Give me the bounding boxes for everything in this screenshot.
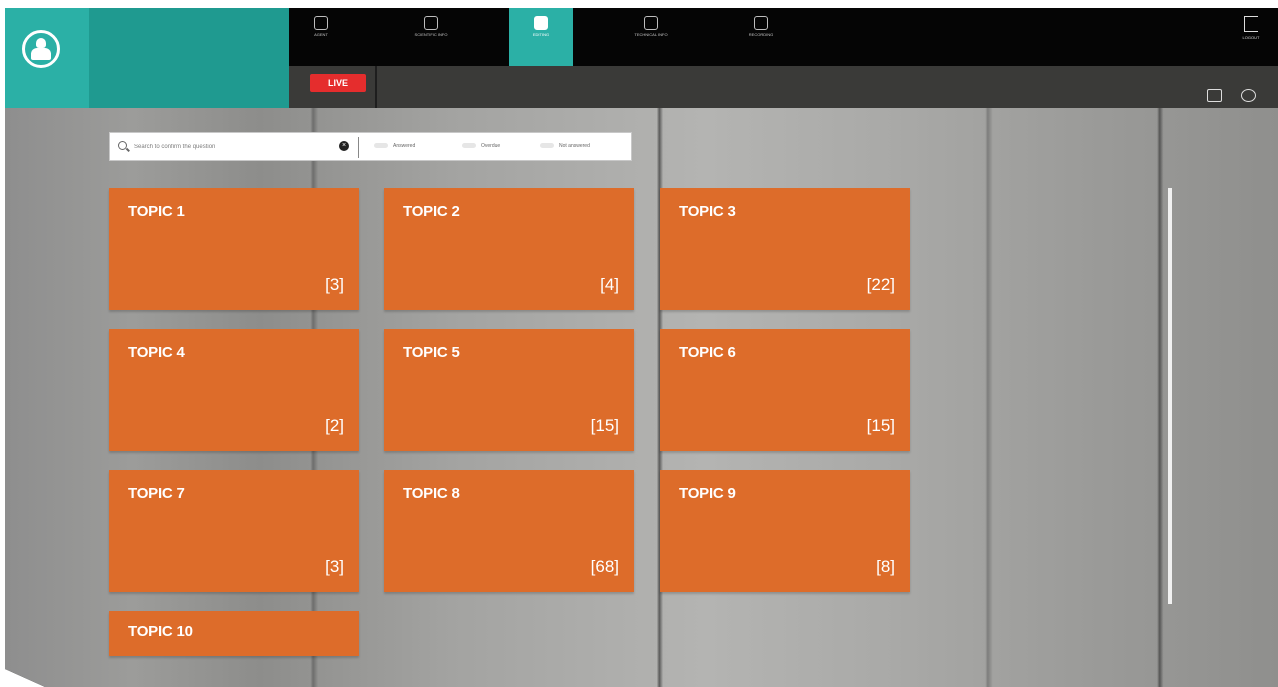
search-input[interactable] (134, 140, 310, 154)
window-icon[interactable] (1207, 89, 1222, 102)
scrollbar[interactable] (1168, 188, 1172, 604)
nav-item-label: AGENT (314, 32, 328, 37)
topic-title: TOPIC 9 (679, 485, 736, 502)
app-window: AGENT SCIENTIFIC INFO EDITING TECHNICAL … (5, 8, 1278, 687)
legend-answered: Answered (374, 143, 415, 149)
nav-item-label: RECORDING (748, 32, 774, 37)
nav-item-label: SCIENTIFIC INFO (414, 32, 448, 37)
logout-label: LOGOUT (1242, 35, 1260, 40)
topic-title: TOPIC 2 (403, 203, 460, 220)
legend-overdue: Overdue (462, 143, 500, 149)
status-bar: LIVE (289, 66, 1278, 108)
nav-item-agent[interactable]: AGENT (289, 8, 353, 66)
nav-item-recording[interactable]: RECORDING (729, 8, 793, 66)
logout-icon (1244, 16, 1258, 32)
topic-tile-7[interactable]: TOPIC 7 [3] (109, 470, 359, 592)
live-badge: LIVE (310, 74, 366, 92)
topic-title: TOPIC 4 (128, 344, 185, 361)
topic-title: TOPIC 8 (403, 485, 460, 502)
topic-tile-8[interactable]: TOPIC 8 [68] (384, 470, 634, 592)
topic-count: [68] (590, 557, 619, 576)
nav-item-technical-info[interactable]: TECHNICAL INFO (619, 8, 683, 66)
topic-count: [8] (876, 557, 895, 576)
topic-title: TOPIC 10 (128, 623, 193, 640)
clear-icon[interactable]: × (339, 141, 349, 151)
legend-label: Not answered (559, 143, 590, 149)
legend-swatch (462, 143, 476, 148)
topic-tile-6[interactable]: TOPIC 6 [15] (660, 329, 910, 451)
megaphone-icon[interactable] (1241, 89, 1256, 102)
divider (375, 66, 377, 108)
topic-tile-5[interactable]: TOPIC 5 [15] (384, 329, 634, 451)
topic-tile-3[interactable]: TOPIC 3 [22] (660, 188, 910, 310)
legend-swatch (540, 143, 554, 148)
nav-item-editing[interactable]: EDITING (509, 8, 573, 66)
brand-panel (89, 8, 289, 108)
topic-tile-1[interactable]: TOPIC 1 [3] (109, 188, 359, 310)
topic-tile-4[interactable]: TOPIC 4 [2] (109, 329, 359, 451)
camera-icon (754, 16, 768, 30)
nav-item-scientific-info[interactable]: SCIENTIFIC INFO (399, 8, 463, 66)
topic-count: [22] (866, 275, 895, 294)
topic-count: [3] (325, 557, 344, 576)
legend-swatch (374, 143, 388, 148)
bulb-icon (424, 16, 438, 30)
logo-area (5, 8, 89, 108)
book-icon (534, 16, 548, 30)
topic-title: TOPIC 7 (128, 485, 185, 502)
topic-title: TOPIC 5 (403, 344, 460, 361)
topic-title: TOPIC 6 (679, 344, 736, 361)
topic-tile-10[interactable]: TOPIC 10 (109, 611, 359, 656)
logout-button[interactable]: LOGOUT (1238, 16, 1264, 56)
topic-count: [4] (600, 275, 619, 294)
search-icon (118, 141, 127, 150)
topic-title: TOPIC 3 (679, 203, 736, 220)
user-logo-icon[interactable] (22, 30, 60, 68)
phone-icon (644, 16, 658, 30)
divider (358, 137, 359, 158)
legend-not-answered: Not answered (540, 143, 590, 149)
topic-count: [15] (866, 416, 895, 435)
nav-item-label: TECHNICAL INFO (634, 32, 668, 37)
home-icon (314, 16, 328, 30)
topic-tile-9[interactable]: TOPIC 9 [8] (660, 470, 910, 592)
topic-tile-2[interactable]: TOPIC 2 [4] (384, 188, 634, 310)
topic-count: [2] (325, 416, 344, 435)
nav-item-label: EDITING (532, 32, 550, 37)
search-bar: × Answered Overdue Not answered (109, 132, 632, 161)
legend-label: Answered (393, 143, 416, 149)
topic-count: [15] (590, 416, 619, 435)
legend-label: Overdue (481, 143, 501, 149)
topic-count: [3] (325, 275, 344, 294)
topic-title: TOPIC 1 (128, 203, 185, 220)
top-nav-bar: AGENT SCIENTIFIC INFO EDITING TECHNICAL … (289, 8, 1278, 66)
